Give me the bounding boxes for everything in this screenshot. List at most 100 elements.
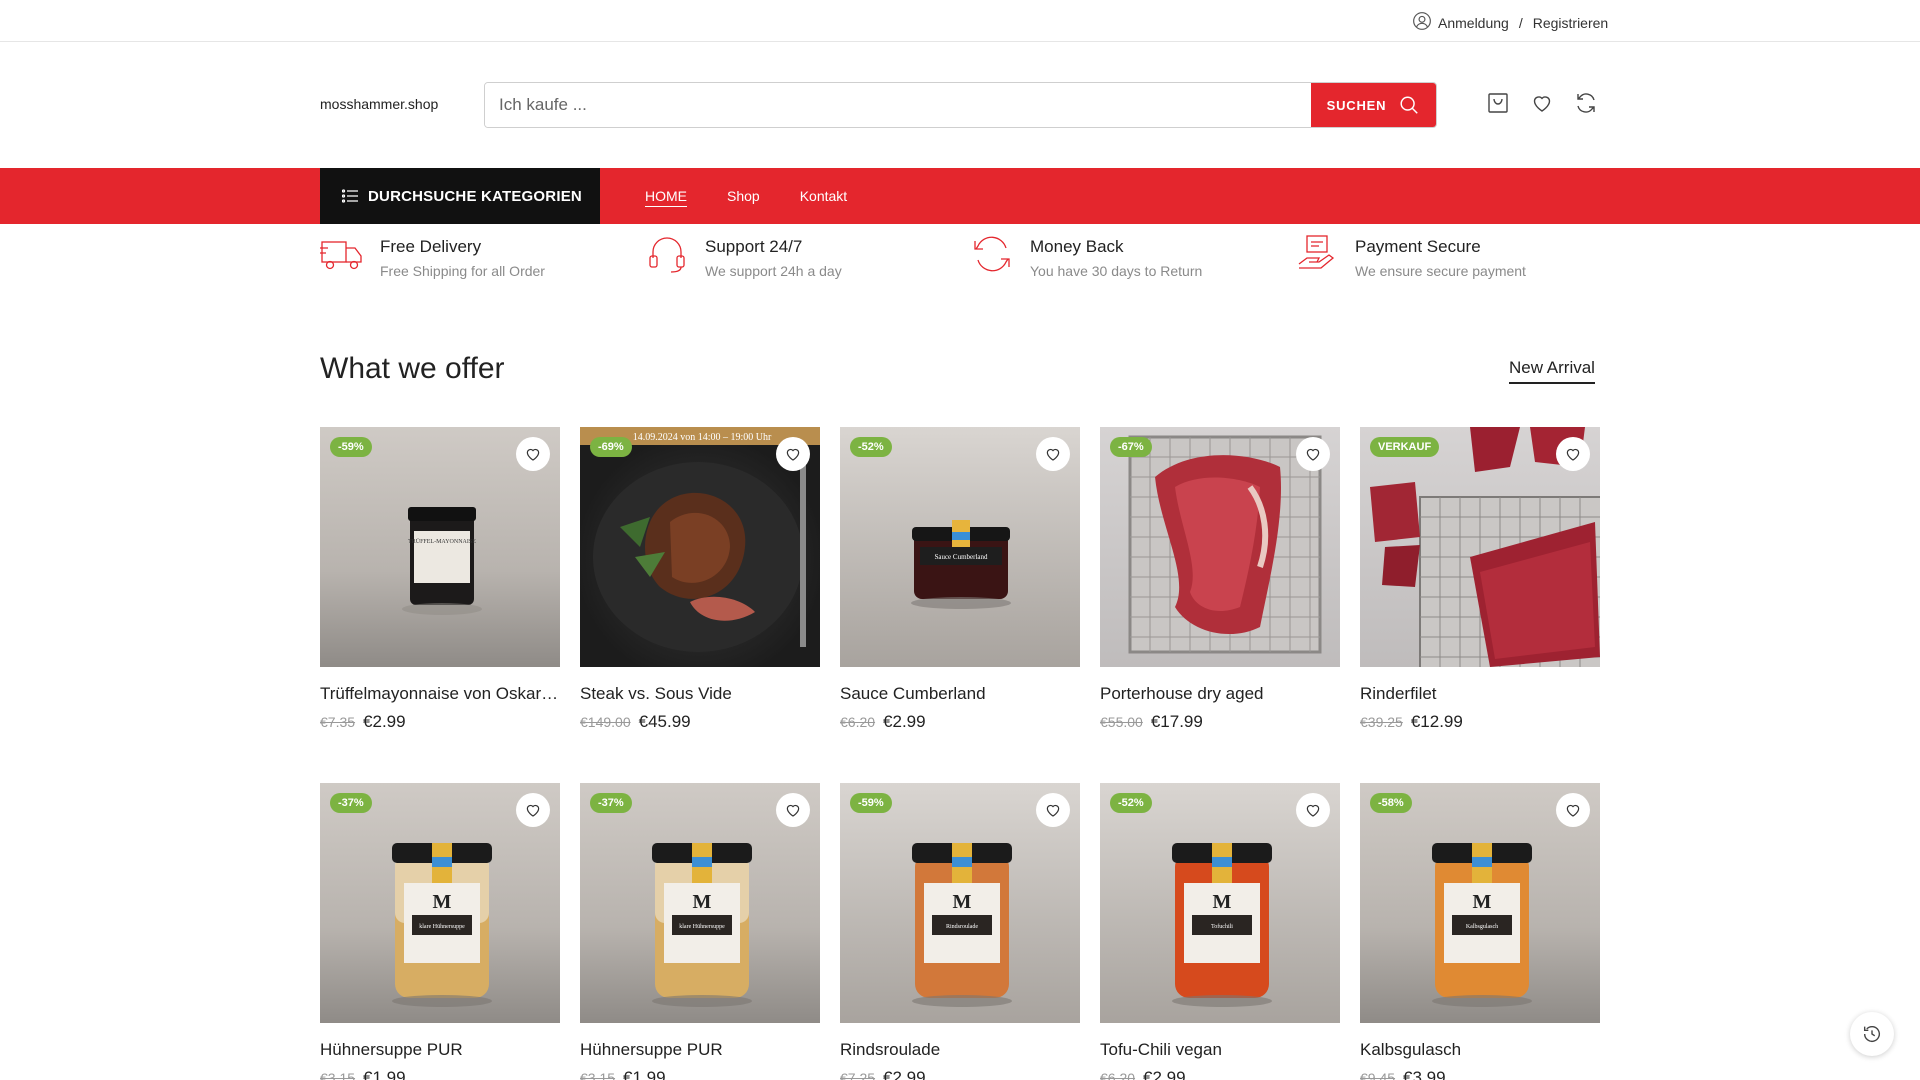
price: €45.99 xyxy=(638,712,691,731)
svg-text:klare Hühnersuppe: klare Hühnersuppe xyxy=(679,924,725,930)
product-image[interactable]: M klare Hühnersuppe -37% xyxy=(320,783,560,1023)
search-button[interactable]: SUCHEN xyxy=(1311,83,1436,127)
product-image[interactable]: Sauce Cumberland -52% xyxy=(840,427,1080,667)
old-price: €39.25 xyxy=(1360,714,1403,730)
price: €2.99 xyxy=(883,1068,926,1080)
wishlist-button[interactable] xyxy=(1036,793,1070,827)
wishlist-button[interactable] xyxy=(776,437,810,471)
wishlist-button[interactable] xyxy=(1036,437,1070,471)
product-name[interactable]: Kalbsgulasch xyxy=(1360,1040,1600,1060)
feature-title: Money Back xyxy=(1030,237,1124,256)
product-name[interactable]: Porterhouse dry aged xyxy=(1100,684,1340,704)
product-card[interactable]: M Rindsroulade -59% Rindsroulade €7.25 €2… xyxy=(840,783,1080,1080)
nav-links: HOME Shop Kontakt xyxy=(645,168,847,224)
product-name[interactable]: Rinderfilet xyxy=(1360,684,1600,704)
discount-badge: -69% xyxy=(590,437,632,457)
payment-icon xyxy=(1298,235,1335,269)
wishlist-button[interactable] xyxy=(516,793,550,827)
feature-money-back: Money Back You have 30 days to Return xyxy=(970,234,1202,279)
heart-icon xyxy=(786,804,800,817)
recently-viewed-button[interactable] xyxy=(1850,1012,1894,1056)
discount-badge: -52% xyxy=(850,437,892,457)
top-bar: Anmeldung / Registrieren xyxy=(0,0,1920,42)
price: €3.99 xyxy=(1403,1068,1446,1080)
header-actions xyxy=(1486,91,1598,115)
svg-text:M: M xyxy=(1213,891,1232,913)
wishlist-heart-icon[interactable] xyxy=(1530,91,1554,115)
search-button-label: SUCHEN xyxy=(1326,97,1387,113)
site-logo[interactable]: mosshammer.shop xyxy=(320,96,438,112)
heart-icon xyxy=(526,804,540,817)
product-name[interactable]: Hühnersuppe PUR xyxy=(320,1040,560,1060)
product-image[interactable]: TRÜFFEL-MAYONNAISE -59% xyxy=(320,427,560,667)
svg-text:Sauce Cumberland: Sauce Cumberland xyxy=(934,553,988,561)
old-price: €149.00 xyxy=(580,714,631,730)
product-card[interactable]: M Tofuchili -52% Tofu-Chili vegan €6.20 €… xyxy=(1100,783,1340,1080)
wishlist-button[interactable] xyxy=(1556,437,1590,471)
cart-icon[interactable] xyxy=(1486,91,1510,115)
feature-payment-secure: Payment Secure We ensure secure payment xyxy=(1295,234,1526,279)
nav-link-home[interactable]: HOME xyxy=(645,188,687,204)
svg-text:klare Hühnersuppe: klare Hühnersuppe xyxy=(419,924,465,930)
price: €2.99 xyxy=(883,712,926,731)
search-bar: SUCHEN xyxy=(484,82,1437,128)
wishlist-button[interactable] xyxy=(516,437,550,471)
product-card[interactable]: M klare Hühnersuppe -37% Hühnersuppe PUR… xyxy=(320,783,560,1080)
discount-badge: -59% xyxy=(850,793,892,813)
old-price: €9.45 xyxy=(1360,1070,1396,1080)
feature-title: Payment Secure xyxy=(1355,237,1481,256)
product-image[interactable]: 14.09.2024 von 14:00 – 19:00 Uhr -69% xyxy=(580,427,820,667)
price: €1.99 xyxy=(623,1068,666,1080)
product-card[interactable]: -67% Porterhouse dry aged €55.00 €17.99 xyxy=(1100,427,1340,732)
wishlist-button[interactable] xyxy=(1296,793,1330,827)
product-name[interactable]: Hühnersuppe PUR xyxy=(580,1040,820,1060)
product-card[interactable]: VERKAUF Rinderfilet €39.25 €12.99 xyxy=(1360,427,1600,732)
product-card[interactable]: Sauce Cumberland -52% Sauce Cumberland €… xyxy=(840,427,1080,732)
heart-icon xyxy=(1306,804,1320,817)
old-price: €7.25 xyxy=(840,1070,876,1080)
discount-badge: -58% xyxy=(1370,793,1412,813)
product-image[interactable]: M Kalbsgulasch -58% xyxy=(1360,783,1600,1023)
wishlist-button[interactable] xyxy=(1296,437,1330,471)
compare-icon[interactable] xyxy=(1574,91,1598,115)
product-card[interactable]: TRÜFFEL-MAYONNAISE -59% Trüffelmayonnais… xyxy=(320,427,560,732)
product-image[interactable]: -67% xyxy=(1100,427,1340,667)
link-separator: / xyxy=(1518,14,1523,31)
discount-badge: -67% xyxy=(1110,437,1152,457)
heart-icon xyxy=(1046,448,1060,461)
product-name[interactable]: Tofu-Chili vegan xyxy=(1100,1040,1340,1060)
product-image[interactable]: M Rindsroulade -59% xyxy=(840,783,1080,1023)
product-card[interactable]: M klare Hühnersuppe -37% Hühnersuppe PUR… xyxy=(580,783,820,1080)
new-arrival-tab[interactable]: New Arrival xyxy=(1509,358,1595,384)
product-name[interactable]: Steak vs. Sous Vide xyxy=(580,684,820,704)
headset-icon xyxy=(649,237,685,273)
feature-subtitle: Free Shipping for all Order xyxy=(380,263,545,279)
wishlist-button[interactable] xyxy=(1556,793,1590,827)
product-image[interactable]: M Tofuchili -52% xyxy=(1100,783,1340,1023)
old-price: €3.15 xyxy=(580,1070,616,1080)
product-name[interactable]: Sauce Cumberland xyxy=(840,684,1080,704)
login-link[interactable]: Anmeldung xyxy=(1438,15,1509,31)
register-link[interactable]: Registrieren xyxy=(1533,15,1608,31)
heart-icon xyxy=(1566,448,1580,461)
user-icon[interactable] xyxy=(1412,11,1432,34)
product-card[interactable]: 14.09.2024 von 14:00 – 19:00 Uhr -69% St… xyxy=(580,427,820,732)
browse-categories-button[interactable]: DURCHSUCHE KATEGORIEN xyxy=(320,168,600,224)
product-name[interactable]: Trüffelmayonnaise von Oskar am Wasser xyxy=(320,684,560,704)
sale-badge: VERKAUF xyxy=(1370,437,1440,457)
search-input[interactable] xyxy=(485,83,1311,127)
svg-text:M: M xyxy=(1473,891,1492,913)
nav-link-kontakt[interactable]: Kontakt xyxy=(800,188,847,204)
product-name[interactable]: Rindsroulade xyxy=(840,1040,1080,1060)
product-card[interactable]: M Kalbsgulasch -58% Kalbsgulasch €9.45 €3… xyxy=(1360,783,1600,1080)
search-icon xyxy=(1400,96,1419,114)
list-icon xyxy=(342,189,358,203)
nav-link-shop[interactable]: Shop xyxy=(727,188,760,204)
discount-badge: -37% xyxy=(590,793,632,813)
wishlist-button[interactable] xyxy=(776,793,810,827)
truck-icon xyxy=(320,241,362,270)
feature-support: Support 24/7 We support 24h a day xyxy=(645,234,842,279)
product-image[interactable]: M klare Hühnersuppe -37% xyxy=(580,783,820,1023)
product-image[interactable]: VERKAUF xyxy=(1360,427,1600,667)
svg-text:TRÜFFEL-MAYONNAISE: TRÜFFEL-MAYONNAISE xyxy=(408,538,476,545)
